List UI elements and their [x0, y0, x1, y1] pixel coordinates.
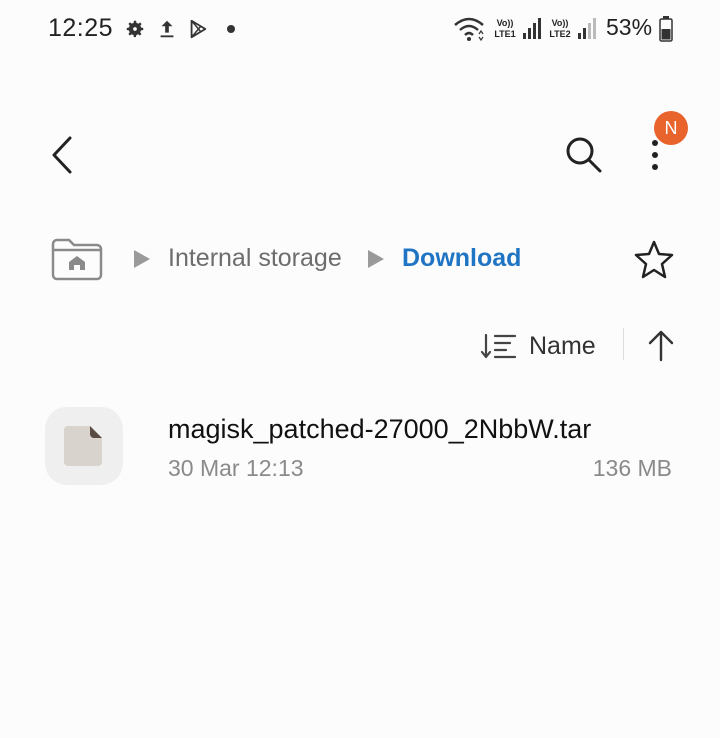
upload-icon — [160, 20, 174, 38]
signal-icon — [523, 18, 541, 39]
sort-by-name-button[interactable]: Name — [529, 332, 596, 361]
breadcrumb-item-internal-storage[interactable]: Internal storage — [168, 244, 342, 273]
home-folder-icon[interactable] — [50, 236, 104, 282]
breadcrumb-separator-icon — [134, 250, 150, 268]
file-thumbnail — [45, 407, 123, 485]
gear-icon — [126, 20, 144, 38]
file-list-item[interactable]: magisk_patched-27000_2NbbW.tar 30 Mar 12… — [0, 400, 720, 500]
breadcrumb: Internal storage Download — [0, 230, 720, 290]
sort-divider — [623, 328, 624, 360]
sort-icon[interactable] — [480, 332, 518, 360]
status-bar: 12:25 Vo)) LTE1 Vo)) LTE2 53% — [0, 0, 720, 60]
wifi-icon — [454, 17, 484, 42]
network-2-volte: Vo)) — [551, 18, 569, 28]
breadcrumb-separator-icon — [368, 250, 384, 268]
file-name: magisk_patched-27000_2NbbW.tar — [168, 414, 592, 444]
app-bar — [0, 120, 720, 190]
notification-badge: N — [654, 111, 688, 145]
sort-bar: Name — [0, 320, 720, 370]
notification-dot — [227, 25, 235, 33]
favorite-star-button[interactable] — [632, 238, 676, 282]
network-1-volte: Vo)) — [496, 18, 514, 28]
breadcrumb-item-download[interactable]: Download — [402, 244, 521, 273]
battery-icon — [659, 16, 673, 42]
back-button[interactable] — [44, 132, 84, 178]
network-1-type: LTE1 — [494, 29, 516, 39]
search-button[interactable] — [561, 132, 607, 178]
network-2-type: LTE2 — [549, 29, 571, 39]
file-icon — [64, 426, 102, 466]
signal-icon — [578, 18, 596, 39]
file-manager-screen: 12:25 Vo)) LTE1 Vo)) LTE2 53% N Internal… — [0, 0, 720, 738]
file-size: 136 MB — [592, 455, 672, 481]
battery-percent: 53% — [606, 14, 653, 40]
play-store-icon — [190, 19, 207, 39]
status-time: 12:25 — [48, 14, 114, 42]
file-date: 30 Mar 12:13 — [168, 455, 304, 481]
sort-direction-arrow-up-icon[interactable] — [646, 328, 676, 362]
